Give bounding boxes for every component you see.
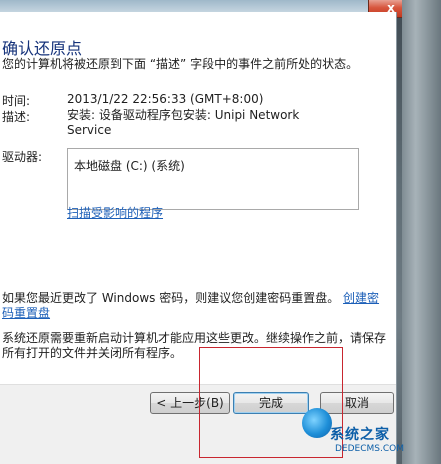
system-restore-dialog: 确认还原点 您的计算机将被还原到下面 “描述” 字段中的事件之前所处的状态。 时…	[0, 12, 397, 464]
drives-list[interactable]: 本地磁盘 (C:) (系统)	[67, 148, 359, 210]
watermark: 系统之家 DEDECMS.COM	[302, 406, 441, 464]
watermark-site: DEDECMS.COM	[335, 444, 404, 454]
page-description: 您的计算机将被还原到下面 “描述” 字段中的事件之前所处的状态。	[2, 57, 359, 71]
scan-affected-programs-link[interactable]: 扫描受影响的程序	[67, 204, 163, 221]
description-value: 安装: 设备驱动程序包安装: Unipi Network Service	[67, 108, 299, 138]
desktop-background	[402, 0, 441, 464]
finish-button[interactable]: 完成	[233, 392, 309, 414]
title-bar	[0, 0, 402, 12]
drives-label: 驱动器:	[2, 150, 43, 164]
site-logo-icon	[302, 408, 332, 438]
time-label: 时间:	[2, 94, 31, 108]
list-item[interactable]: 本地磁盘 (C:) (系统)	[74, 157, 352, 174]
password-note-text: 如果您最近更改了 Windows 密码，则建议您创建密码重置盘。	[2, 291, 340, 305]
description-line-2: Service	[67, 123, 112, 137]
description-line-1: 安装: 设备驱动程序包安装: Unipi Network	[67, 108, 300, 122]
content-panel: 确认还原点 您的计算机将被还原到下面 “描述” 字段中的事件之前所处的状态。 时…	[0, 12, 396, 385]
time-value: 2013/1/22 22:56:33 (GMT+8:00)	[67, 92, 264, 106]
watermark-text: 系统之家	[330, 427, 390, 443]
restart-note: 系统还原需要重新启动计算机才能应用这些更改。继续操作之前，请保存所有打开的文件并…	[2, 331, 387, 360]
description-label: 描述:	[2, 110, 31, 124]
password-note: 如果您最近更改了 Windows 密码，则建议您创建密码重置盘。 创建密码重置盘	[2, 291, 382, 321]
back-button[interactable]: < 上一步(B)	[150, 392, 230, 414]
